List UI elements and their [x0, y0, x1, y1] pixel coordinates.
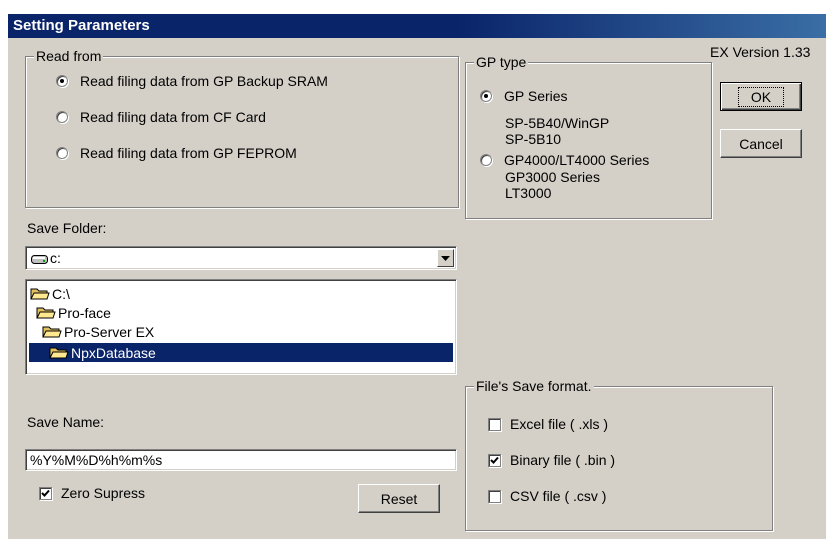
folder-item[interactable]: Pro-Server EX	[42, 322, 154, 341]
cancel-button-label: Cancel	[739, 135, 783, 152]
drive-dropdown[interactable]: c:	[25, 246, 457, 270]
radio-read-backup-sram[interactable]: Read filing data from GP Backup SRAM	[56, 73, 328, 89]
drive-icon	[31, 252, 49, 268]
drive-value: c:	[50, 250, 61, 266]
reset-button-label: Reset	[380, 490, 418, 507]
gp-type-legend: GP type	[474, 54, 529, 70]
save-name-input[interactable]: %Y%M%D%h%m%s	[25, 449, 457, 471]
folder-open-icon	[36, 307, 56, 318]
title-bar[interactable]: Setting Parameters	[8, 14, 826, 38]
setting-parameters-dialog: Setting Parameters EX Version 1.33 Read …	[8, 14, 826, 539]
checkbox-label: CSV file ( .csv )	[510, 488, 607, 504]
gp-series-sub-1: SP-5B40/WinGP	[505, 115, 610, 131]
folder-open-icon	[30, 288, 50, 299]
cancel-button[interactable]: Cancel	[720, 129, 802, 158]
radio-label: GP4000/LT4000 Series	[504, 152, 650, 168]
save-format-group: File's Save format. Excel file ( .xls ) …	[465, 378, 773, 531]
save-name-value: %Y%M%D%h%m%s	[30, 452, 163, 468]
folder-name: Pro-face	[58, 304, 111, 321]
save-name-label: Save Name:	[27, 414, 105, 430]
read-from-group: Read from Read filing data from GP Backu…	[25, 48, 459, 208]
folder-open-icon	[49, 347, 69, 358]
zero-supress-checkbox[interactable]: Zero Supress	[39, 485, 145, 501]
folder-tree[interactable]: C:\ Pro-face Pro-Server EX NpxDatabase	[25, 279, 457, 375]
dropdown-arrow-button[interactable]	[437, 249, 454, 267]
radio-label: Read filing data from GP Backup SRAM	[80, 73, 328, 89]
checkbox-label: Binary file ( .bin )	[510, 452, 616, 468]
checkmark-icon	[490, 456, 499, 464]
zero-supress-label: Zero Supress	[61, 485, 146, 501]
radio-button-icon[interactable]	[56, 75, 68, 87]
checkbox-label: Excel file ( .xls )	[510, 416, 609, 432]
checkbox-icon[interactable]	[488, 417, 501, 431]
radio-gp4000-series[interactable]: GP4000/LT4000 Series	[480, 152, 649, 168]
folder-item[interactable]: C:\	[30, 284, 70, 303]
folder-name: C:\	[52, 285, 70, 302]
gp4000-sub-1: GP3000 Series	[505, 169, 600, 185]
radio-button-icon[interactable]	[480, 90, 492, 102]
read-from-legend: Read from	[34, 48, 104, 64]
radio-button-icon[interactable]	[56, 147, 68, 159]
radio-label: GP Series	[504, 88, 568, 104]
gp-type-group: GP type GP Series SP-5B40/WinGP SP-5B10 …	[465, 54, 712, 219]
reset-button[interactable]: Reset	[358, 484, 440, 513]
radio-label: Read filing data from CF Card	[80, 109, 266, 125]
ok-button-label: OK	[737, 86, 785, 107]
ok-button[interactable]: OK	[720, 82, 802, 111]
folder-open-icon	[42, 326, 62, 337]
checkbox-icon[interactable]	[488, 453, 501, 467]
radio-button-icon[interactable]	[56, 111, 68, 123]
window-title: Setting Parameters	[13, 17, 150, 34]
gp4000-sub-2: LT3000	[505, 185, 552, 201]
csv-file-checkbox[interactable]: CSV file ( .csv )	[488, 488, 606, 504]
folder-name: NpxDatabase	[71, 344, 156, 361]
radio-label: Read filing data from GP FEPROM	[80, 145, 297, 161]
folder-item-selected[interactable]: NpxDatabase	[29, 343, 453, 362]
excel-file-checkbox[interactable]: Excel file ( .xls )	[488, 416, 608, 432]
checkbox-icon[interactable]	[488, 489, 501, 503]
gp-series-sub-2: SP-5B10	[505, 131, 562, 147]
radio-gp-series[interactable]: GP Series	[480, 88, 568, 104]
checkmark-icon	[41, 489, 50, 497]
radio-read-cf-card[interactable]: Read filing data from CF Card	[56, 109, 266, 125]
folder-item[interactable]: Pro-face	[36, 303, 111, 322]
save-format-legend: File's Save format.	[474, 378, 594, 394]
version-label: EX Version 1.33	[710, 44, 811, 60]
checkbox-icon[interactable]	[39, 486, 52, 500]
chevron-down-icon	[441, 255, 450, 261]
save-folder-label: Save Folder:	[27, 220, 107, 236]
binary-file-checkbox[interactable]: Binary file ( .bin )	[488, 452, 615, 468]
folder-name: Pro-Server EX	[64, 323, 155, 340]
radio-button-icon[interactable]	[480, 154, 492, 166]
radio-read-feprom[interactable]: Read filing data from GP FEPROM	[56, 145, 297, 161]
